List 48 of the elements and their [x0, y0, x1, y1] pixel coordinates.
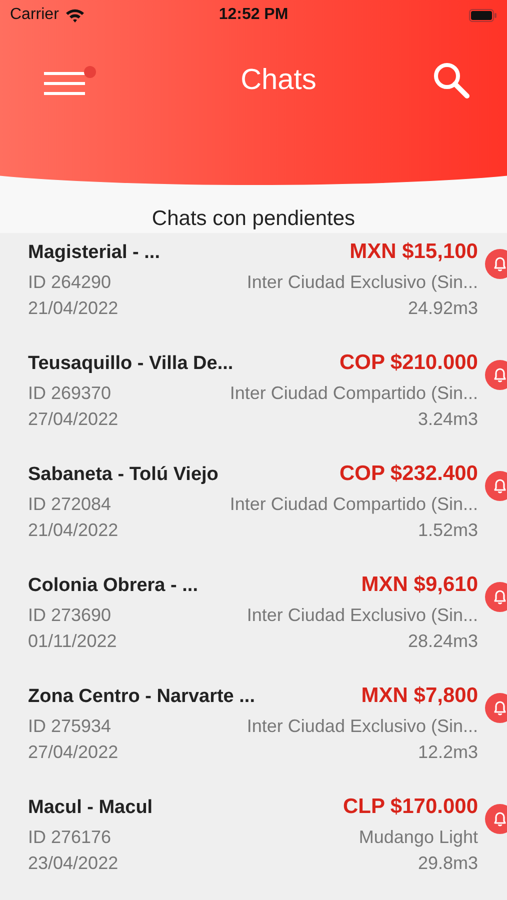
screen-title: Chats: [240, 64, 316, 96]
chat-row[interactable]: Sabaneta - Tolú Viejo COP $232.400 ID 272084 Inter Ciudad Compartido (Sin... 21/04/2022 1.52m3: [0, 455, 507, 566]
service-type: Mudango Light: [358, 826, 478, 849]
chat-id: ID 272084: [28, 493, 112, 516]
chat-price: MXN $7,800: [361, 683, 478, 709]
chat-price: COP $232.400: [339, 461, 478, 487]
chat-route: Sabaneta - Tolú Viejo: [28, 463, 218, 487]
service-type: Inter Ciudad Exclusivo (Sin...: [246, 715, 478, 738]
chat-row[interactable]: Teusaquillo - Villa De... COP $210.000 ID 269370 Inter Ciudad Compartido (Sin... 27/04/2022 3.24m3: [0, 344, 507, 455]
chat-route: Macul - Macul: [28, 796, 153, 820]
chat-route: Zona Centro - Narvarte ...: [28, 685, 255, 709]
chat-date: 27/04/2022: [28, 408, 118, 431]
chat-id: ID 264290: [28, 271, 112, 294]
chat-price: MXN $9,610: [361, 572, 478, 598]
wifi-icon: [64, 8, 85, 22]
chat-route: Colonia Obrera - ...: [28, 574, 198, 598]
chat-id: ID 275934: [28, 715, 112, 738]
chat-date: 23/04/2022: [28, 852, 118, 875]
chat-volume: 29.8m3: [418, 852, 478, 875]
chat-route: Teusaquillo - Villa De...: [28, 352, 234, 376]
chat-price: CLP $170.000: [342, 794, 478, 820]
carrier-label: Carrier: [10, 6, 59, 24]
chat-price: COP $210.000: [339, 350, 478, 376]
service-type: Inter Ciudad Exclusivo (Sin...: [246, 604, 478, 627]
chat-row[interactable]: Colonia Obrera - ... MXN $9,610 ID 273690 Inter Ciudad Exclusivo (Sin... 01/11/2022 28.24m3: [0, 566, 507, 677]
chat-row[interactable]: Magisterial - ... MXN $15,100 ID 264290 Inter Ciudad Exclusivo (Sin... 21/04/2022 24.92m3: [0, 233, 507, 344]
chat-volume: 12.2m3: [418, 741, 478, 764]
service-type: Inter Ciudad Exclusivo (Sin...: [246, 271, 478, 294]
chat-id: ID 273690: [28, 604, 112, 627]
chat-volume: 3.24m3: [418, 408, 478, 431]
chat-date: 21/04/2022: [28, 519, 118, 542]
chat-date: 27/04/2022: [28, 741, 118, 764]
battery-icon: [469, 8, 497, 22]
chat-row[interactable]: Macul - Macul CLP $170.000 ID 276176 Mudango Light 23/04/2022 29.8m3: [0, 788, 507, 899]
chat-id: ID 276176: [28, 826, 112, 849]
chat-route: Magisterial - ...: [28, 241, 160, 265]
chat-date: 21/04/2022: [28, 297, 118, 320]
chat-volume: 1.52m3: [418, 519, 478, 542]
chat-row[interactable]: Zona Centro - Narvarte ... MXN $7,800 ID 275934 Inter Ciudad Exclusivo (Sin... 27/04/2022 12.2m3: [0, 677, 507, 788]
service-type: Inter Ciudad Compartido (Sin...: [230, 382, 478, 405]
chat-volume: 28.24m3: [408, 630, 478, 653]
chat-date: 01/11/2022: [28, 630, 117, 653]
chat-id: ID 269370: [28, 382, 112, 405]
service-type: Inter Ciudad Compartido (Sin...: [230, 493, 478, 516]
section-title: Chats con pendientes: [0, 185, 507, 233]
status-time: 12:52 PM: [218, 6, 290, 24]
chat-volume: 24.92m3: [408, 297, 478, 320]
chat-price: MXN $15,100: [350, 239, 478, 265]
